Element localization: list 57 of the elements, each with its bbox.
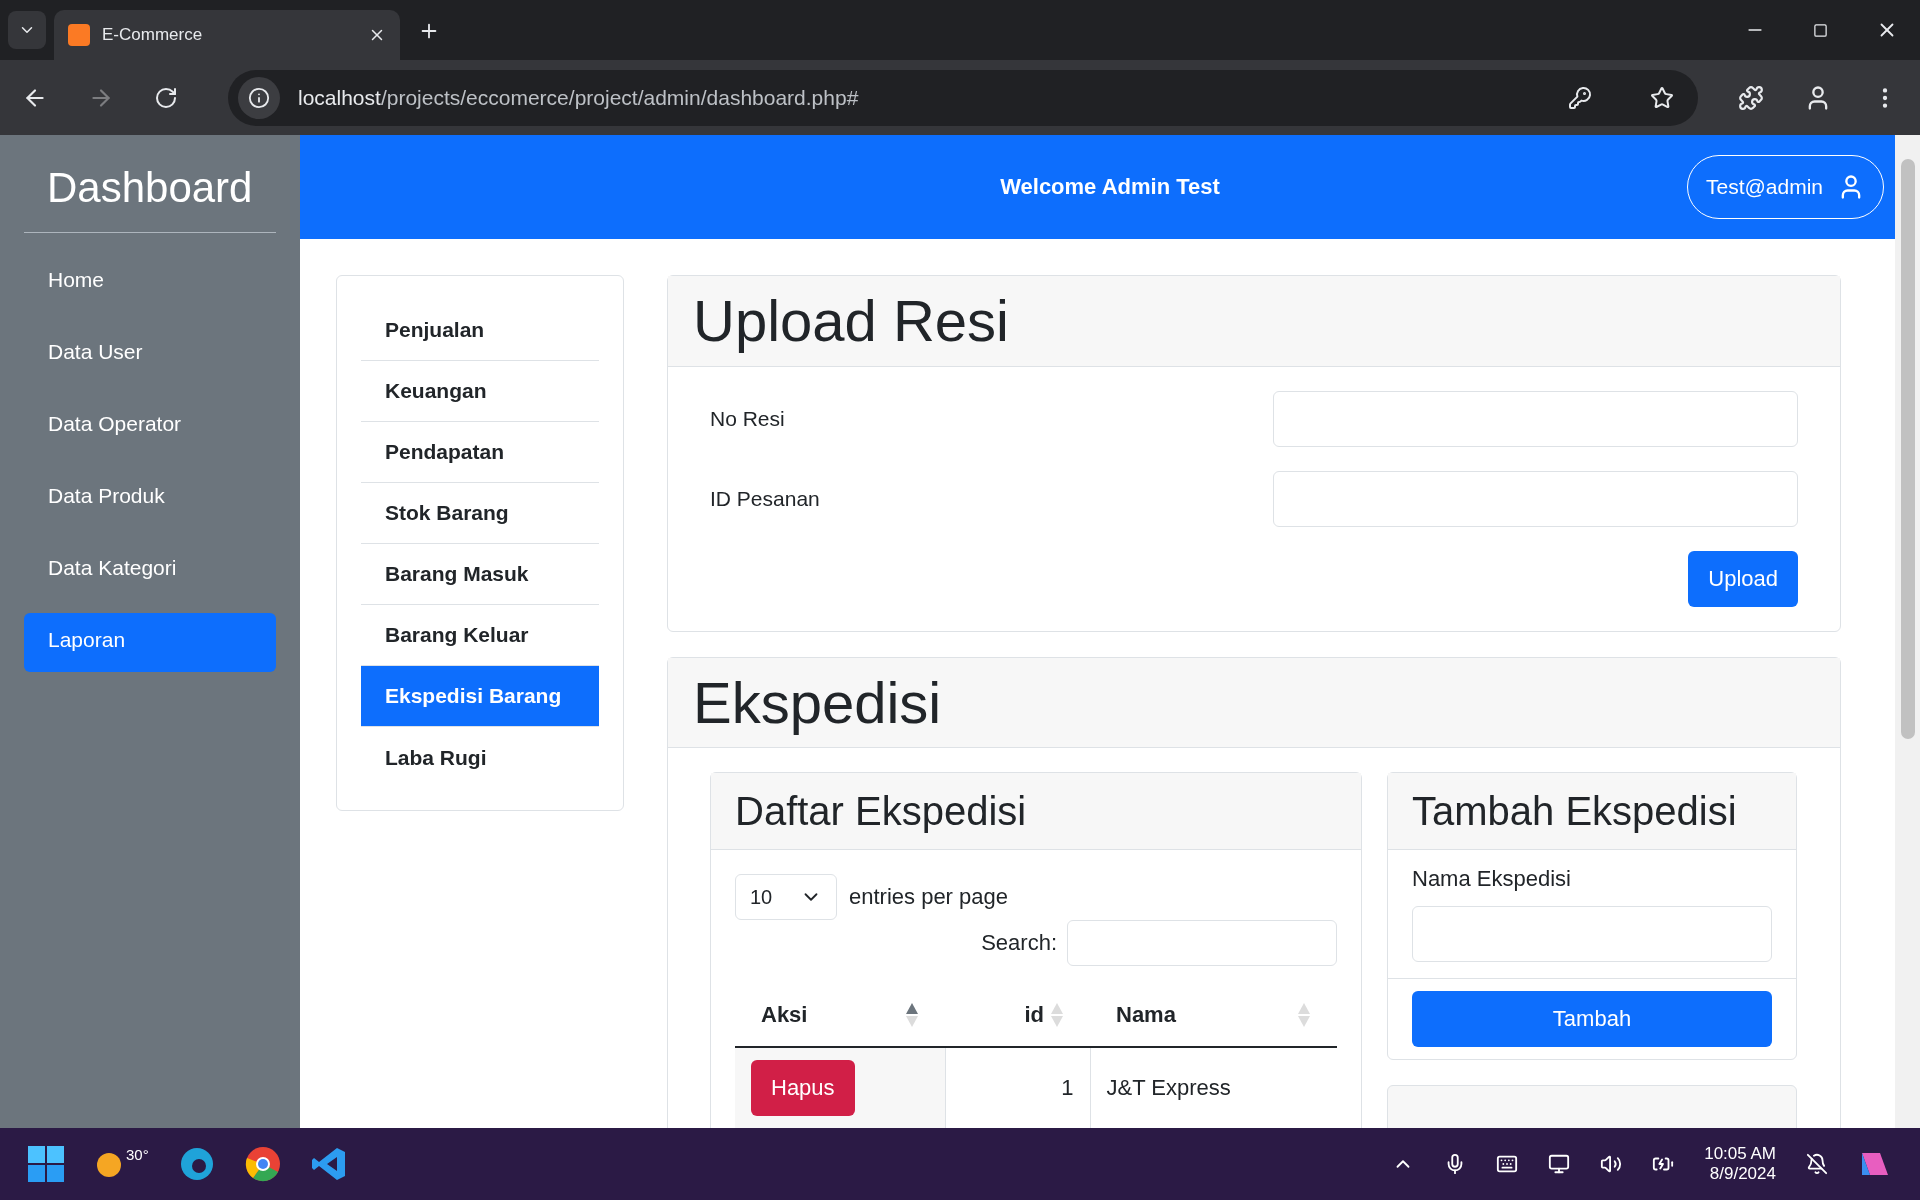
input-field[interactable] (1412, 906, 1772, 963)
sidebar-item[interactable]: Laporan (24, 612, 276, 672)
add-button[interactable]: Tambah (1412, 991, 1772, 1048)
star-icon[interactable] (1650, 85, 1674, 110)
upload-button[interactable]: Upload (1688, 550, 1798, 607)
url-text: localhost/projects/eccomerce/project/admin/dashboard.php# (298, 85, 859, 110)
field-label: ID Pesanan (710, 486, 821, 511)
scrollbar[interactable] (1895, 135, 1920, 1128)
sidebar-item[interactable]: Data Operator (24, 396, 276, 456)
welcome-text: Welcome Admin Test (1000, 174, 1220, 200)
sidebar-title: Dashboard (24, 155, 276, 233)
card-title: Upload Resi (668, 276, 1840, 367)
report-menu-item[interactable]: Penjualan (361, 300, 599, 361)
field-label: Nama Ekspedisi (1412, 866, 1572, 893)
page-size-select[interactable]: 10 (735, 874, 837, 921)
field-label: No Resi (710, 406, 786, 431)
search-field[interactable] (1067, 920, 1337, 967)
key-icon[interactable] (1568, 85, 1592, 110)
report-menu-item[interactable]: Keuangan (361, 361, 599, 422)
sort-icon (905, 1002, 919, 1029)
extensions-icon[interactable] (1738, 84, 1764, 111)
report-menu-item[interactable]: Ekspedisi Barang (361, 666, 599, 727)
sidebar-item[interactable]: Data Kategori (24, 540, 276, 600)
sort-icon (1050, 1002, 1064, 1029)
code-editor-icon[interactable] (310, 1146, 347, 1182)
input-field[interactable] (1273, 390, 1798, 447)
notifications-icon[interactable] (1806, 1153, 1828, 1175)
sidebar-item[interactable]: Data Produk (24, 468, 276, 528)
delete-button[interactable]: Hapus (751, 1060, 855, 1117)
keyboard-icon[interactable] (1496, 1153, 1519, 1175)
sidebar-item[interactable]: Data User (24, 324, 276, 384)
input-field[interactable] (1273, 470, 1798, 527)
sidebar-item[interactable]: Home (24, 252, 276, 312)
report-menu-item[interactable]: Laba Rugi (361, 727, 599, 788)
browser-tab[interactable]: E-Commerce (54, 10, 400, 60)
table-cell: 1 (945, 1047, 1090, 1128)
favicon-icon (68, 24, 90, 46)
page-size-label: entries per page (849, 884, 1008, 911)
card-title: Daftar Ekspedisi (711, 773, 1361, 851)
card-title: Tambah Ekspedisi (1388, 773, 1796, 851)
search-label: Search: (981, 930, 1057, 957)
address-bar[interactable]: localhost/projects/eccomerce/project/admin/dashboard.php# (228, 69, 1698, 126)
windows-icon[interactable] (28, 1146, 64, 1182)
info-icon[interactable] (238, 76, 280, 119)
card-title: Ekspedisi (668, 657, 1840, 749)
report-menu-item[interactable]: Pendapatan (361, 422, 599, 483)
clock[interactable]: 10:05 AM 8/9/2024 (1704, 1144, 1776, 1184)
sort-icon (1297, 1002, 1311, 1029)
volume-icon[interactable] (1600, 1153, 1623, 1175)
chrome-icon[interactable] (244, 1146, 281, 1182)
temperature-text: 30° (126, 1145, 149, 1163)
network-icon[interactable] (1548, 1153, 1571, 1175)
report-menu-item[interactable]: Barang Masuk (361, 544, 599, 605)
restore-icon[interactable] (1813, 22, 1828, 38)
report-menu-item[interactable]: Stok Barang (361, 483, 599, 544)
table-cell: J&T Express (1090, 1047, 1337, 1128)
reload-icon[interactable] (154, 85, 178, 110)
